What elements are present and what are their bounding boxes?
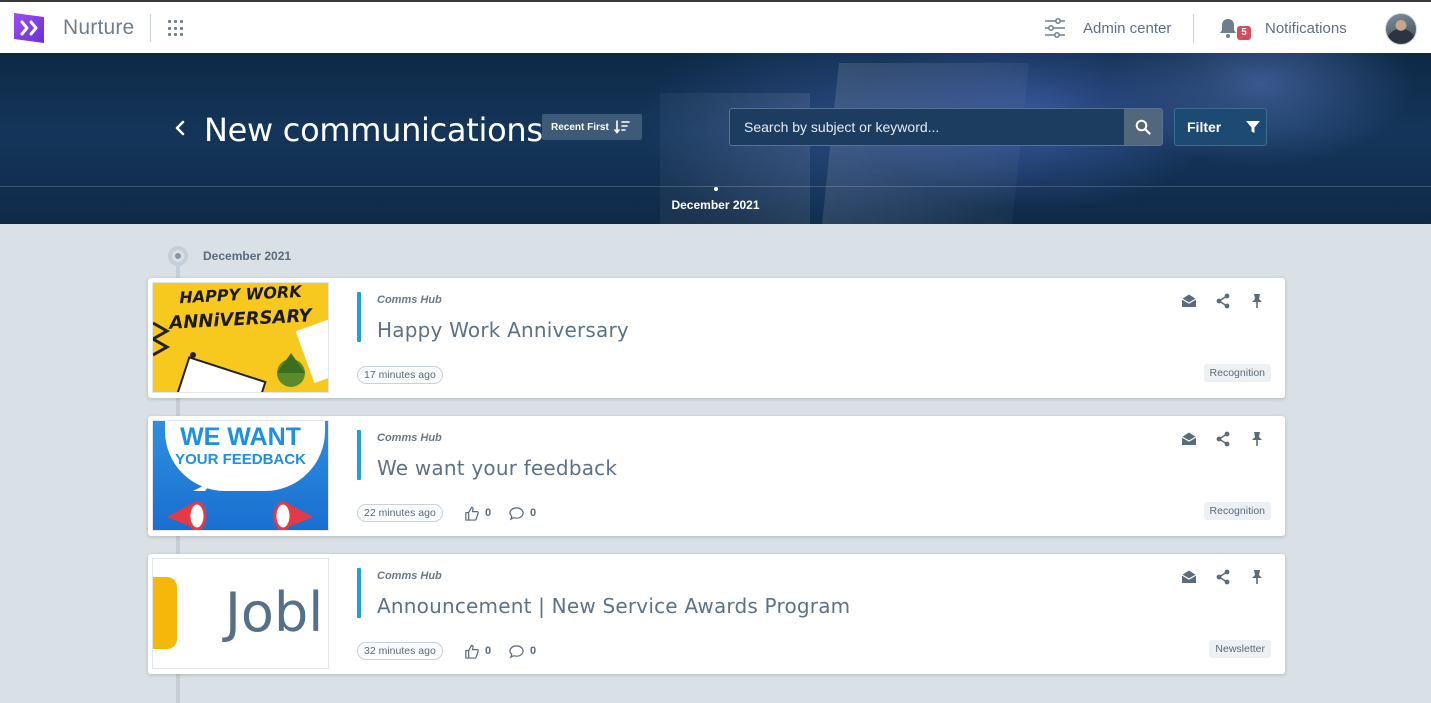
card-title[interactable]: Happy Work Anniversary bbox=[377, 318, 629, 342]
thumbs-up-icon bbox=[465, 506, 479, 521]
sort-descending-icon bbox=[613, 120, 630, 134]
communication-card[interactable]: HAPPY WORK ANNiVERSARY Comms Hub Happy W… bbox=[148, 278, 1285, 398]
month-marker-icon bbox=[168, 246, 188, 266]
admin-center-link[interactable]: Admin center bbox=[1043, 15, 1171, 41]
card-title[interactable]: We want your feedback bbox=[377, 456, 617, 480]
mark-read-button[interactable] bbox=[1180, 430, 1198, 448]
share-button[interactable] bbox=[1214, 292, 1232, 310]
timeline-marker[interactable] bbox=[714, 187, 718, 191]
open-envelope-icon bbox=[1181, 432, 1197, 445]
card-timestamp: 17 minutes ago bbox=[357, 366, 443, 384]
topbar-divider bbox=[1193, 14, 1194, 43]
nurture-logo-icon[interactable] bbox=[10, 9, 48, 47]
filter-label: Filter bbox=[1187, 119, 1222, 135]
notifications-link[interactable]: 5 Notifications bbox=[1216, 13, 1347, 43]
pin-button[interactable] bbox=[1248, 430, 1266, 448]
comment-count: 0 bbox=[530, 645, 537, 657]
sliders-icon bbox=[1045, 18, 1065, 38]
search-bar bbox=[729, 108, 1163, 146]
pin-button[interactable] bbox=[1248, 568, 1266, 586]
notifications-label: Notifications bbox=[1265, 19, 1347, 37]
like-count: 0 bbox=[485, 507, 492, 519]
sort-label: Recent First bbox=[551, 121, 609, 133]
app-launcher-icon[interactable] bbox=[168, 20, 185, 37]
thumbnail-text: Jobl bbox=[225, 581, 324, 644]
card-timestamp: 22 minutes ago bbox=[357, 504, 443, 522]
app-name: Nurture bbox=[63, 16, 135, 39]
card-category-tag[interactable]: Newsletter bbox=[1209, 640, 1271, 658]
search-icon bbox=[1135, 119, 1151, 135]
pin-button[interactable] bbox=[1248, 292, 1266, 310]
communication-card[interactable]: Jobl Comms Hub Announcement | New Servic… bbox=[148, 554, 1285, 674]
mark-read-button[interactable] bbox=[1180, 568, 1198, 586]
like-button[interactable]: 0 bbox=[464, 642, 491, 660]
comment-button[interactable]: 0 bbox=[509, 504, 536, 522]
comment-button[interactable]: 0 bbox=[509, 642, 536, 660]
page-header-banner: New communications Recent First Filter D… bbox=[0, 53, 1431, 224]
card-thumbnail[interactable]: Jobl bbox=[152, 558, 329, 669]
share-icon bbox=[1216, 569, 1230, 585]
comment-icon bbox=[509, 644, 524, 658]
card-source: Comms Hub bbox=[377, 294, 442, 306]
card-source: Comms Hub bbox=[377, 432, 442, 444]
communication-card[interactable]: WE WANT YOUR FEEDBACK Comms Hub We want … bbox=[148, 416, 1285, 536]
card-actions bbox=[1180, 292, 1266, 310]
brand-divider bbox=[150, 14, 151, 42]
card-title[interactable]: Announcement | New Service Awards Progra… bbox=[377, 594, 850, 618]
share-button[interactable] bbox=[1214, 568, 1232, 586]
card-accent-bar bbox=[357, 430, 361, 480]
card-thumbnail[interactable]: WE WANT YOUR FEEDBACK bbox=[152, 420, 329, 531]
filter-button[interactable]: Filter bbox=[1174, 108, 1267, 146]
thumbs-up-icon bbox=[465, 644, 479, 659]
sort-button[interactable]: Recent First bbox=[542, 114, 642, 140]
notification-count-badge: 5 bbox=[1237, 26, 1251, 40]
open-envelope-icon bbox=[1181, 294, 1197, 307]
like-count: 0 bbox=[485, 645, 492, 657]
search-button[interactable] bbox=[1124, 109, 1162, 145]
like-button[interactable]: 0 bbox=[464, 504, 491, 522]
card-actions bbox=[1180, 430, 1266, 448]
mark-read-button[interactable] bbox=[1180, 292, 1198, 310]
card-source: Comms Hub bbox=[377, 570, 442, 582]
admin-center-label: Admin center bbox=[1083, 19, 1172, 37]
pin-icon bbox=[1252, 432, 1262, 446]
card-category-tag[interactable]: Recognition bbox=[1203, 364, 1271, 382]
card-accent-bar bbox=[357, 568, 361, 618]
top-bar: Nurture Admin center 5 Notifications bbox=[0, 0, 1431, 53]
card-thumbnail[interactable]: HAPPY WORK ANNiVERSARY bbox=[152, 282, 329, 393]
search-input[interactable] bbox=[730, 109, 1124, 145]
card-timestamp: 32 minutes ago bbox=[357, 642, 443, 660]
comment-icon bbox=[509, 506, 524, 520]
pin-icon bbox=[1252, 570, 1262, 584]
card-category-tag[interactable]: Recognition bbox=[1203, 502, 1271, 520]
card-actions bbox=[1180, 568, 1266, 586]
comment-count: 0 bbox=[530, 507, 537, 519]
share-icon bbox=[1216, 431, 1230, 447]
share-button[interactable] bbox=[1214, 430, 1232, 448]
open-envelope-icon bbox=[1181, 570, 1197, 583]
share-icon bbox=[1216, 293, 1230, 309]
filter-icon bbox=[1246, 121, 1261, 133]
back-button[interactable] bbox=[171, 117, 189, 139]
month-heading: December 2021 bbox=[203, 249, 292, 263]
card-accent-bar bbox=[357, 292, 361, 342]
timeline-month-label[interactable]: December 2021 bbox=[0, 198, 1431, 212]
page-title: New communications bbox=[204, 111, 543, 149]
pin-icon bbox=[1252, 294, 1262, 308]
user-avatar[interactable] bbox=[1385, 13, 1417, 45]
chevron-left-icon bbox=[175, 120, 185, 136]
